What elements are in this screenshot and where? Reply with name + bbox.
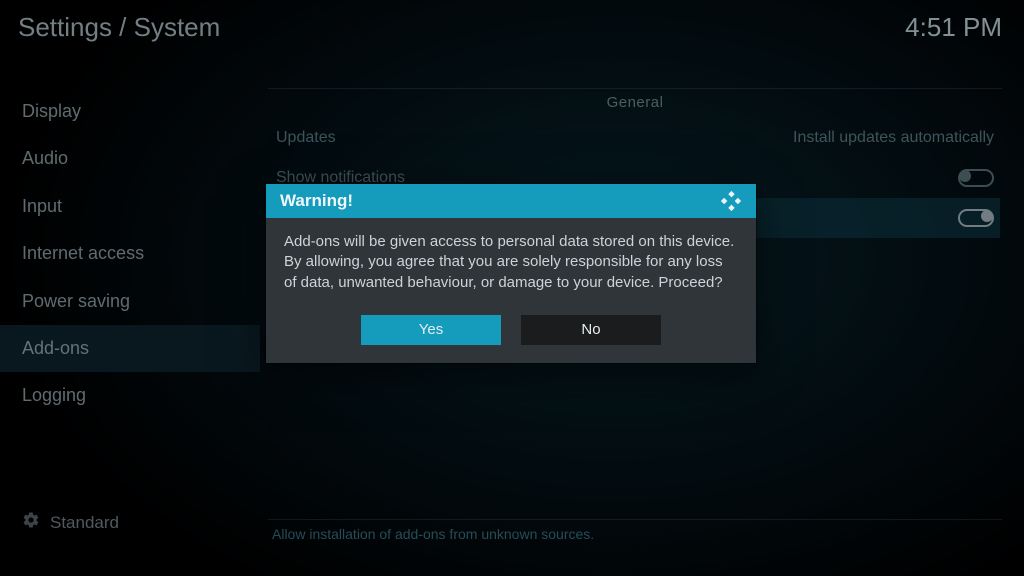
- dialog-title: Warning!: [280, 191, 353, 211]
- kodi-logo-icon: [720, 190, 742, 212]
- no-button[interactable]: No: [521, 315, 661, 345]
- dialog-titlebar: Warning!: [266, 184, 756, 218]
- warning-dialog: Warning! Add-ons will be given access to…: [266, 184, 756, 363]
- yes-button[interactable]: Yes: [361, 315, 501, 345]
- app-root: Settings / System 4:51 PM Display Audio …: [0, 0, 1024, 576]
- dialog-buttons: Yes No: [266, 311, 756, 363]
- dialog-body: Add-ons will be given access to personal…: [266, 218, 756, 311]
